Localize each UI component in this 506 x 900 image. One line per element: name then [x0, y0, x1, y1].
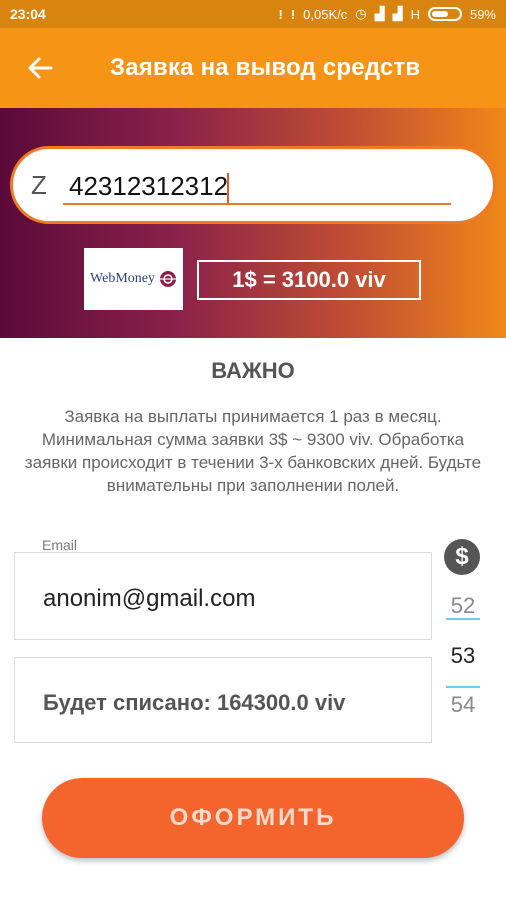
- picker-item[interactable]: 52: [444, 593, 482, 619]
- battery-percent: 59%: [469, 6, 496, 22]
- wallet-number-input[interactable]: [63, 169, 451, 205]
- email-label: Email: [42, 537, 78, 553]
- status-time: 23:04: [10, 6, 46, 22]
- status-speed: 0,05K/c: [303, 6, 348, 22]
- signal-icon: ▟: [374, 6, 385, 21]
- picker-divider: [446, 686, 480, 688]
- network-type: H: [410, 6, 420, 22]
- submit-button[interactable]: ОФОРМИТЬ: [42, 778, 464, 858]
- webmoney-globe-icon: [159, 271, 176, 287]
- alarm-icon: ◷: [355, 6, 367, 21]
- email-field[interactable]: anonim@gmail.com: [14, 552, 432, 640]
- app-bar: Заявка на вывод средств: [0, 28, 506, 108]
- back-arrow-icon[interactable]: [10, 28, 70, 108]
- picker-item[interactable]: 54: [444, 692, 482, 718]
- charge-text: Будет списано: 164300.0 viv: [43, 690, 346, 715]
- status-icons: ! ! 0,05K/c ◷ ▟ ▟ H 59%: [278, 6, 496, 22]
- important-title: ВАЖНО: [211, 358, 295, 383]
- webmoney-logo: WebMoney: [84, 248, 183, 310]
- battery-icon: [427, 7, 462, 21]
- picker-item-selected[interactable]: 53: [444, 643, 482, 669]
- picker-divider: [446, 618, 480, 620]
- page-title: Заявка на вывод средств: [110, 54, 421, 81]
- wallet-field[interactable]: Z: [10, 146, 496, 224]
- email-value: anonim@gmail.com: [43, 585, 256, 612]
- wallet-prefix: Z: [31, 169, 47, 200]
- warning-icon: !: [278, 6, 283, 22]
- charge-summary-box: Будет списано: 164300.0 viv: [14, 657, 432, 743]
- exchange-rate: 1$ = 3100.0 viv: [197, 260, 421, 300]
- status-bar: 23:04 ! ! 0,05K/c ◷ ▟ ▟ H 59%: [0, 0, 506, 28]
- warning-icon: !: [290, 6, 296, 22]
- webmoney-logo-text: WebMoney: [90, 271, 155, 286]
- important-text: Заявка на выплаты принимается 1 раз в ме…: [24, 407, 482, 495]
- hero-section: Z WebMoney 1$ = 3100.0 viv: [0, 108, 506, 338]
- signal-icon: ▟: [392, 6, 403, 21]
- text-caret: [227, 173, 229, 203]
- dollar-icon: $: [444, 539, 480, 575]
